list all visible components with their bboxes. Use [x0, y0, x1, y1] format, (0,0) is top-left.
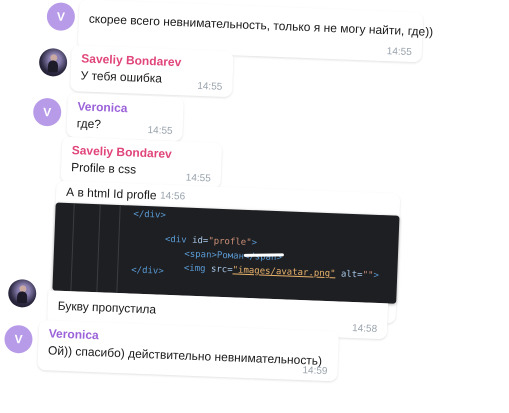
avatar[interactable] [38, 47, 68, 77]
avatar[interactable]: V [3, 324, 34, 354]
avatar[interactable]: V [32, 97, 62, 127]
code-line: <img src="images/avatar.png" alt=""> [183, 263, 380, 281]
sender-name[interactable]: Veronica [77, 99, 173, 117]
message-bubble[interactable]: Veronica где? 14:55 [66, 92, 184, 142]
chat-area: V скорее всего невнимательность, только … [0, 0, 509, 413]
code-screenshot-image[interactable]: </div> <div id="profle"> <span>Роман</sp… [52, 202, 400, 304]
message-bubble[interactable]: Veronica Ой)) спасибо) действительно нев… [37, 319, 340, 382]
avatar-initial: V [14, 332, 23, 347]
sender-name[interactable]: Saveliy Bondarev [81, 51, 223, 70]
sender-name[interactable]: Saveliy Bondarev [72, 143, 212, 162]
avatar-initial: V [42, 105, 52, 120]
message-text: Букву пропустила [57, 298, 157, 317]
message-time: 14:55 [386, 46, 412, 59]
message-time: 14:55 [197, 80, 223, 93]
message-time: 14:55 [147, 125, 173, 137]
avatar[interactable]: V [46, 2, 76, 32]
code-line: </div> [131, 265, 164, 277]
message-bubble[interactable]: Saveliy Bondarev У тебя ошибка 14:55 [70, 45, 234, 98]
avatar[interactable] [7, 278, 37, 308]
message-text: скорее всего невнимательность, только я … [88, 11, 434, 39]
message-time: 14:59 [302, 365, 328, 378]
message-time: 14:58 [351, 323, 378, 335]
message-time: 14:55 [185, 172, 211, 185]
message-time: 14:56 [159, 190, 186, 203]
code-line: </div> [133, 209, 167, 221]
avatar-initial: V [56, 9, 66, 24]
